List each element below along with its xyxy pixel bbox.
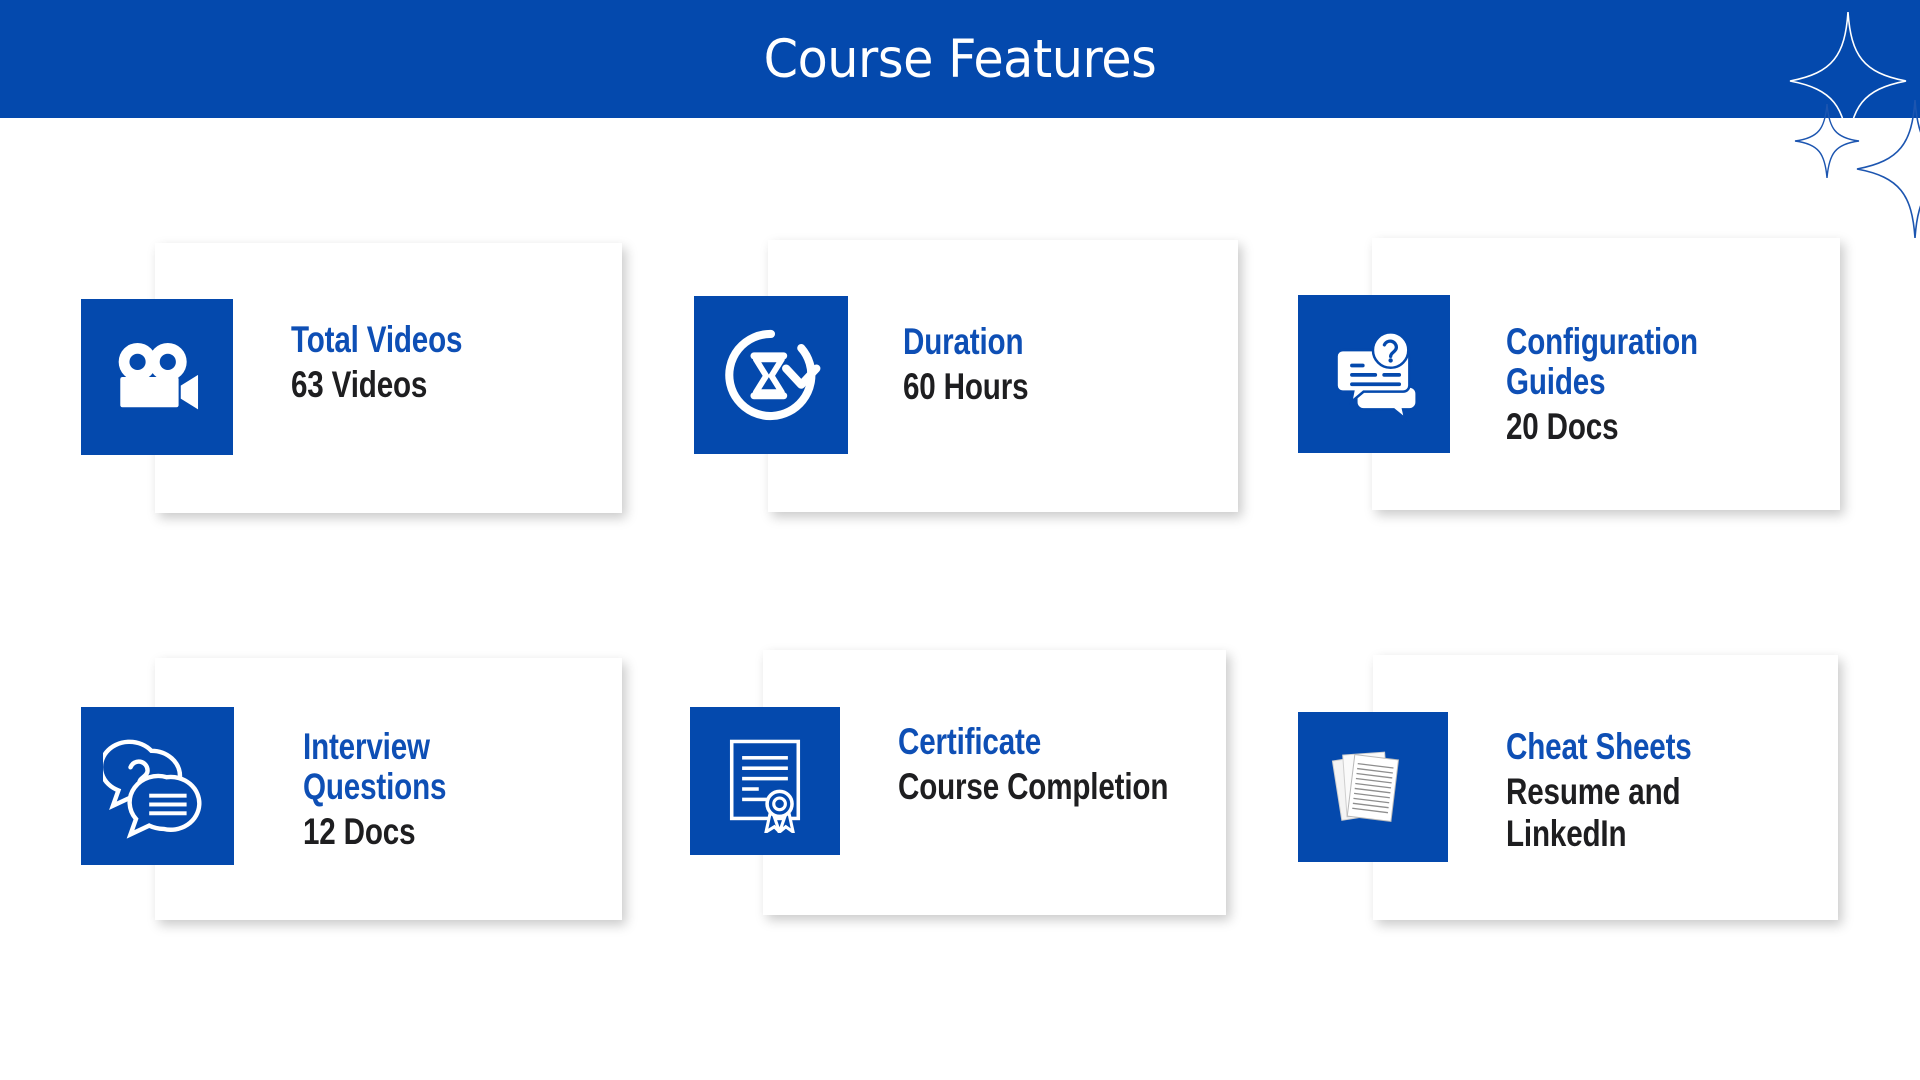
feature-text-certificate: Certificate Course Completion (898, 722, 1238, 808)
feature-title: Duration (903, 321, 1024, 362)
hourglass-refresh-icon (725, 329, 821, 421)
feature-icon-tile-duration (694, 296, 848, 454)
certificate-ribbon-icon (729, 739, 801, 833)
document-question-bubble-icon (1335, 331, 1418, 422)
feature-icon-tile-interview-questions (81, 707, 234, 865)
feature-text-cheat-sheets: Cheat Sheets Resume and LinkedIn (1506, 727, 1846, 855)
paper-stack-icon (1331, 751, 1400, 822)
feature-value: 12 Docs (303, 810, 416, 852)
video-camera-icon (118, 342, 199, 410)
page-title: Course Features (763, 28, 1157, 90)
feature-value: Course Completion (898, 765, 1169, 807)
feature-icon-tile-total-videos (81, 299, 233, 455)
feature-title: Total Videos (291, 319, 463, 360)
feature-text-duration: Duration 60 Hours (903, 322, 1233, 408)
feature-icon-tile-certificate (690, 707, 840, 855)
feature-value: 20 Docs (1506, 405, 1619, 447)
feature-text-interview-questions: Interview Questions 12 Docs (303, 727, 643, 853)
feature-icon-tile-cheat-sheets (1298, 712, 1448, 862)
feature-title: Interview Questions (303, 726, 447, 807)
slide-root: Course Features Total Videos 63 Videos D… (0, 0, 1920, 1080)
chat-bubbles-question-icon (102, 739, 201, 839)
feature-title: Configuration Guides (1506, 321, 1698, 402)
header-bar: Course Features (0, 0, 1920, 118)
sparkle-large-bottom-icon (1856, 99, 1920, 239)
feature-icon-tile-configuration-guides (1298, 295, 1450, 453)
feature-title: Certificate (898, 721, 1042, 762)
feature-text-total-videos: Total Videos 63 Videos (291, 320, 621, 406)
feature-value: 60 Hours (903, 365, 1029, 407)
feature-value: 63 Videos (291, 363, 428, 405)
feature-text-configuration-guides: Configuration Guides 20 Docs (1506, 322, 1846, 448)
feature-title: Cheat Sheets (1506, 726, 1692, 767)
feature-value: Resume and LinkedIn (1506, 770, 1681, 855)
